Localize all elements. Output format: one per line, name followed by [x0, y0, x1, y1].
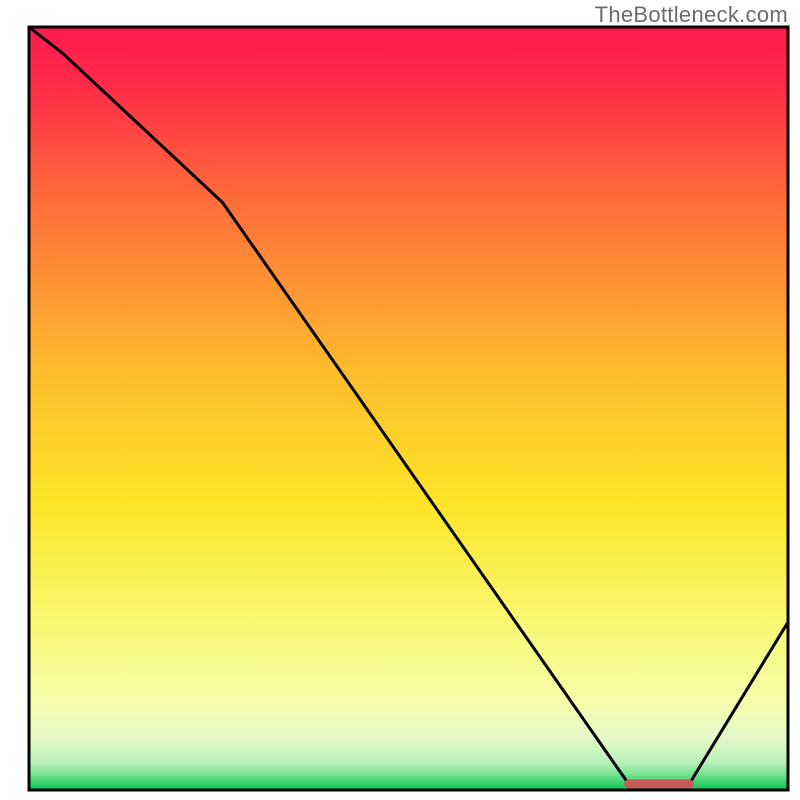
bottleneck-chart-svg	[0, 0, 800, 800]
chart-container: TheBottleneck.com	[0, 0, 800, 800]
watermark-text: TheBottleneck.com	[595, 2, 788, 28]
plot-background-gradient	[29, 27, 788, 790]
